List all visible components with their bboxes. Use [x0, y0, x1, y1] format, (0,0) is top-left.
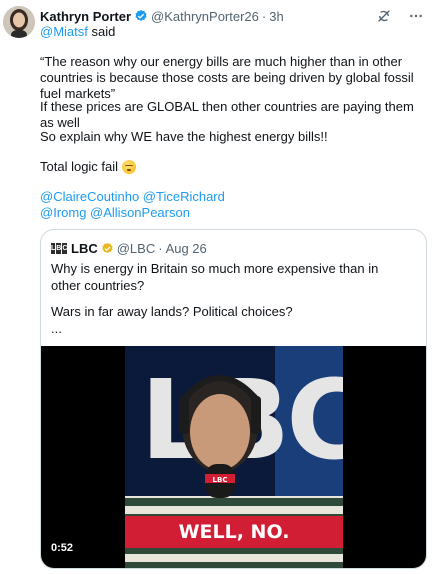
mentions-block: @ClaireCoutinho @TiceRichard @Iromg @All…: [40, 189, 225, 221]
mic-logo-text: LBC: [213, 476, 228, 484]
quoted-author-handle[interactable]: @LBC: [117, 241, 156, 256]
header-actions: [375, 7, 425, 25]
quoted-text-line-1: Why is energy in Britain so much more ex…: [51, 261, 379, 293]
quoted-text-line-2: Wars in far away lands? Political choice…: [51, 304, 293, 319]
lbc-logo-letter-l: L: [51, 242, 56, 254]
reply-mention-link[interactable]: @Miatsf: [40, 24, 88, 39]
tweet-paragraph-4: Total logic fail: [40, 159, 137, 175]
video-frame: LBC LBC WELL, NO.: [125, 346, 343, 568]
author-handle[interactable]: @KathrynPorter26: [151, 9, 259, 24]
quoted-tweet[interactable]: L B C LBC @LBC · Aug 26 Why is energy in…: [40, 229, 427, 569]
presenter-image: LBC: [179, 375, 261, 498]
avatar[interactable]: [3, 6, 35, 38]
video-player[interactable]: LBC LBC WELL, NO. 0:52: [41, 346, 426, 568]
more-options-icon[interactable]: [407, 7, 425, 25]
quoted-text-ellipsis: ...: [51, 321, 62, 336]
tweet-paragraph-1: “The reason why our energy bills are muc…: [40, 54, 414, 101]
quoted-date[interactable]: Aug 26: [166, 241, 207, 256]
video-caption-banner: WELL, NO.: [125, 516, 343, 548]
mentions-line-1[interactable]: @ClaireCoutinho @TiceRichard: [40, 189, 225, 205]
author-name[interactable]: Kathryn Porter: [40, 9, 131, 24]
verified-badge-icon: [135, 9, 147, 21]
lbc-logo-letter-b: B: [56, 242, 62, 254]
video-duration: 0:52: [51, 542, 74, 554]
lbc-logo-letter-c: C: [62, 242, 68, 254]
tweet-paragraph-4-text: Total logic fail: [40, 159, 119, 174]
grok-icon[interactable]: [375, 7, 393, 25]
reply-suffix: said: [87, 24, 116, 39]
mentions-line-2[interactable]: @Iromg @AllisonPearson: [40, 205, 225, 221]
header-separator: ·: [261, 8, 267, 24]
quoted-author-name[interactable]: LBC: [71, 241, 98, 256]
avatar-image: [3, 6, 35, 38]
quoted-separator: ·: [158, 240, 163, 256]
quoted-tweet-header: L B C LBC @LBC · Aug 26: [51, 240, 207, 256]
thinking-face-emoji-icon: [122, 160, 137, 174]
lbc-logo-icon: L B C: [51, 242, 68, 254]
tweet-header: Kathryn Porter @KathrynPorter26 · 3h: [40, 7, 425, 25]
tweet-time[interactable]: 3h: [269, 9, 283, 24]
gold-verified-badge-icon: [102, 242, 113, 253]
reply-context: @Miatsf said: [40, 24, 115, 39]
tweet-paragraph-3: So explain why WE have the highest energ…: [40, 129, 328, 144]
tweet-card[interactable]: Kathryn Porter @KathrynPorter26 · 3h @Mi…: [0, 0, 435, 574]
tweet-paragraph-2: If these prices are GLOBAL then other co…: [40, 99, 414, 130]
